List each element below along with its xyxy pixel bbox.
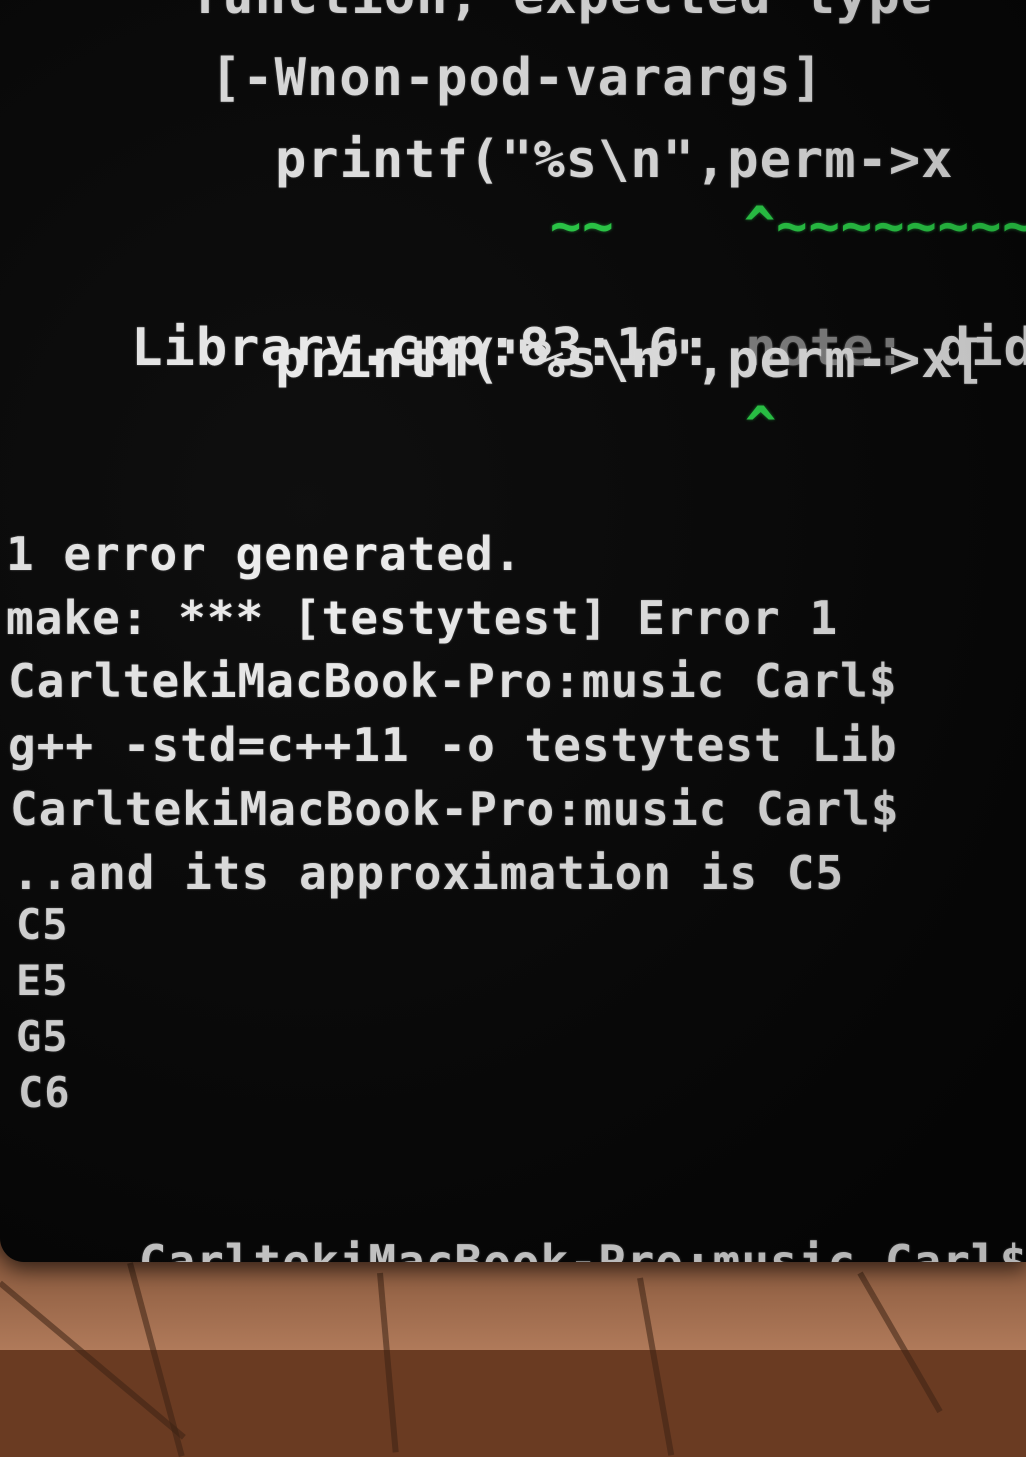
program-output-note: C5 (16, 900, 69, 949)
program-output-note: G5 (16, 1012, 69, 1061)
source-code-line: printf("%s\n",perm->x (275, 130, 954, 190)
shell-prompt: CarltekiMacBook-Pro:music Carl$ (8, 654, 898, 708)
note-caret-marker: ^ (745, 396, 778, 456)
desk-seam (377, 1272, 399, 1453)
desk-seam (127, 1262, 185, 1457)
compiler-warning-line: function, expected type (190, 0, 933, 26)
make-error-line: make: *** [testytest] Error 1 (6, 591, 839, 645)
error-summary-line: 1 error generated. (6, 527, 523, 581)
desk-seam (637, 1277, 675, 1456)
active-shell-prompt[interactable]: CarltekiMacBook-Pro:music Carl$ (24, 1180, 1026, 1262)
program-output-line: ..and its approximation is C5 (12, 846, 845, 900)
program-output-note: C6 (18, 1068, 71, 1117)
desk-seam (857, 1271, 943, 1414)
program-output-note: E5 (16, 956, 69, 1005)
compile-command: g++ -std=c++11 -o testytest Lib (8, 718, 898, 772)
source-code-line: printf("%s\n",perm->x[ (275, 330, 986, 390)
error-caret-marker: ~~ ^~~~~~~~~ (550, 196, 1026, 256)
terminal-window[interactable]: function, expected type [-Wnon-pod-varar… (0, 0, 1026, 1262)
compiler-warning-flag: [-Wnon-pod-varargs] (210, 48, 824, 108)
shell-prompt: CarltekiMacBook-Pro:music Carl$ (10, 782, 900, 836)
prompt-text: CarltekiMacBook-Pro:music Carl$ (138, 1235, 1026, 1262)
